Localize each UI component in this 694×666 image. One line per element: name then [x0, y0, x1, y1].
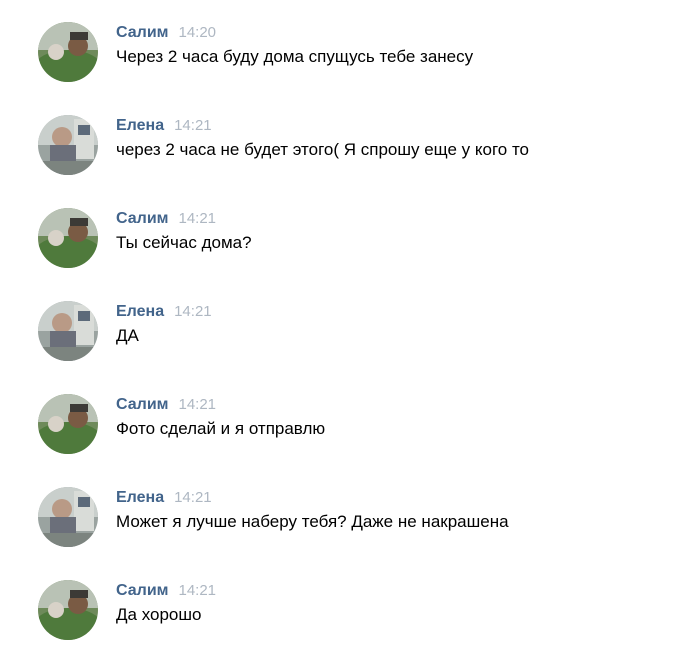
author-name[interactable]: Салим	[116, 396, 168, 413]
message-time: 14:21	[174, 117, 212, 134]
message-meta: Елена 14:21	[116, 303, 212, 325]
message-meta: Салим 14:21	[116, 210, 216, 232]
message-text: Ты сейчас дома?	[116, 233, 252, 252]
message-time: 14:20	[178, 24, 217, 41]
author-name[interactable]: Салим	[116, 210, 168, 227]
avatar-elena[interactable]	[38, 301, 98, 361]
message-item: Елена 14:21 Может я лучше наберу тебя? Да…	[0, 487, 694, 567]
message-meta: Елена 14:21	[116, 489, 212, 511]
message-item: Елена 14:21 через 2 часа не будет этого( …	[0, 115, 694, 195]
message-item: Салим 14:21 Ты сейчас дома?	[0, 208, 694, 288]
message-item: Салим 14:20 Через 2 часа буду дома спущус…	[0, 22, 694, 102]
avatar-image	[38, 394, 98, 454]
message-text: Может я лучше наберу тебя? Даже не накра…	[116, 512, 509, 531]
message-item: Салим 14:21 Фото сделай и я отправлю	[0, 394, 694, 474]
author-name[interactable]: Елена	[116, 117, 164, 134]
author-name[interactable]: Елена	[116, 303, 164, 320]
avatar-image	[38, 208, 98, 268]
message-time: 14:21	[174, 489, 212, 506]
author-name[interactable]: Салим	[116, 24, 168, 41]
avatar-image	[38, 301, 98, 361]
message-text: ДА	[116, 326, 139, 345]
message-text: Да хорошо	[116, 605, 202, 624]
message-text: Через 2 часа буду дома спущусь тебе зане…	[116, 47, 474, 66]
message-time: 14:21	[178, 396, 217, 413]
avatar-image	[38, 115, 98, 175]
author-name[interactable]: Салим	[116, 582, 168, 599]
message-time: 14:21	[178, 210, 217, 227]
avatar-image	[38, 22, 98, 82]
avatar-image	[38, 487, 98, 547]
author-name[interactable]: Елена	[116, 489, 164, 506]
message-time: 14:21	[174, 303, 212, 320]
message-time: 14:21	[178, 582, 217, 599]
message-meta: Салим 14:21	[116, 582, 216, 604]
message-item: Елена 14:21 ДА	[0, 301, 694, 381]
avatar-salim[interactable]	[38, 208, 98, 268]
message-text: через 2 часа не будет этого( Я спрошу ещ…	[116, 140, 529, 159]
avatar-salim[interactable]	[38, 22, 98, 82]
avatar-salim[interactable]	[38, 580, 98, 640]
message-item: Салим 14:21 Да хорошо	[0, 580, 694, 660]
avatar-elena[interactable]	[38, 487, 98, 547]
message-meta: Салим 14:20	[116, 24, 216, 46]
message-history: Салим 14:20 Через 2 часа буду дома спущус…	[0, 0, 694, 666]
message-meta: Елена 14:21	[116, 117, 212, 139]
avatar-image	[38, 580, 98, 640]
message-meta: Салим 14:21	[116, 396, 216, 418]
avatar-salim[interactable]	[38, 394, 98, 454]
message-text: Фото сделай и я отправлю	[116, 419, 326, 438]
avatar-elena[interactable]	[38, 115, 98, 175]
